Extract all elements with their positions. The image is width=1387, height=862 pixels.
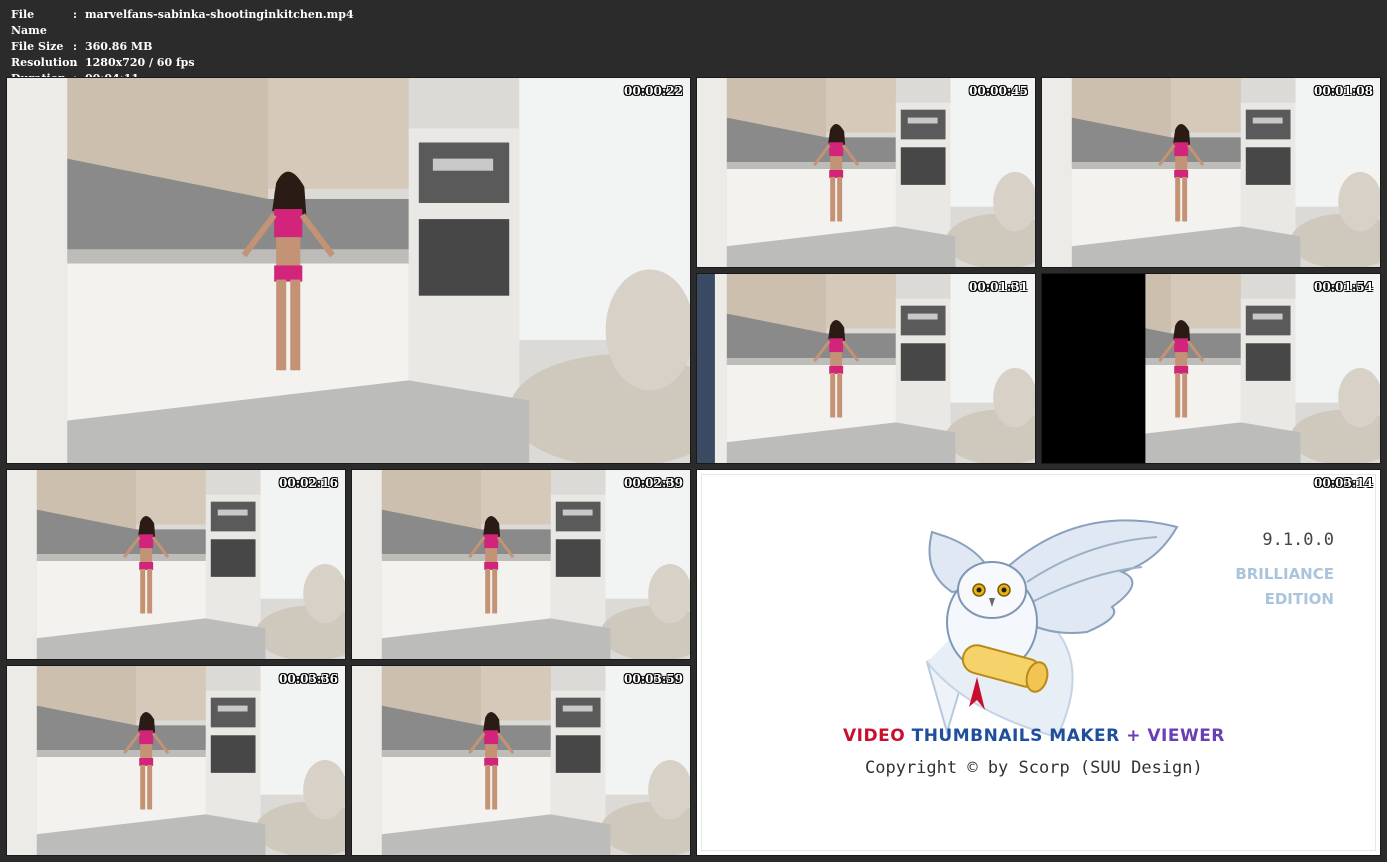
separator: : <box>73 56 78 69</box>
kitchen-scene-image <box>1042 274 1380 463</box>
resolution-row: Resolution : 1280x720 / 60 fps <box>11 55 354 71</box>
version-label: 9.1.0.0 <box>1262 530 1334 550</box>
thumbnail-frame[interactable]: 00:00:45 <box>696 77 1036 268</box>
thumbnail-frame[interactable]: 00:02:16 <box>6 469 346 660</box>
kitchen-scene-image <box>352 666 690 855</box>
timestamp: 00:02:39 <box>624 476 683 490</box>
copyright-text: Copyright © by Scorp (SUU Design) <box>865 758 1203 778</box>
thumbnail-frame[interactable]: 00:01:54 <box>1041 273 1381 464</box>
timestamp: 00:01:31 <box>969 280 1028 294</box>
file-name-value: marvelfans-sabinka-shootinginkitchen.mp4 <box>85 8 354 21</box>
thumbnail-frame[interactable]: 00:01:08 <box>1041 77 1381 268</box>
title-part-video: VIDEO <box>843 726 906 746</box>
edition-line-2: EDITION <box>1264 590 1334 608</box>
timestamp: 00:03:14 <box>1314 476 1373 490</box>
thumbnail-frame-logo[interactable]: 00:03:14 9.1.0.0 BRILLIANCE EDITION VIDE… <box>696 469 1381 856</box>
timestamp: 00:01:54 <box>1314 280 1373 294</box>
resolution-label: Resolution <box>11 56 78 69</box>
owl-with-scroll-icon <box>925 519 1179 739</box>
thumbnail-frame[interactable]: 00:01:31 <box>696 273 1036 464</box>
timestamp: 00:03:36 <box>279 672 338 686</box>
file-size-value: 360.86 MB <box>85 40 153 53</box>
kitchen-scene-image <box>7 470 345 659</box>
file-size-row: File Size : 360.86 MB <box>11 39 354 55</box>
product-title: VIDEO THUMBNAILS MAKER + VIEWER <box>843 726 1225 746</box>
edition-line-1: BRILLIANCE <box>1235 565 1334 583</box>
thumbnail-frame[interactable]: 00:00:22 <box>6 77 691 464</box>
kitchen-scene-image <box>697 274 1035 463</box>
file-name-row: File Name : marvelfans-sabinka-shootingi… <box>11 7 354 39</box>
title-part-thumbnails-maker: THUMBNAILS MAKER <box>911 726 1120 746</box>
timestamp: 00:01:08 <box>1314 84 1373 98</box>
title-part-viewer: + VIEWER <box>1126 726 1225 746</box>
kitchen-scene-image <box>697 78 1035 267</box>
resolution-value: 1280x720 / 60 fps <box>85 56 195 69</box>
file-info: File Name : marvelfans-sabinka-shootingi… <box>11 7 354 87</box>
file-size-label: File Size <box>11 40 64 53</box>
separator: : <box>73 8 78 21</box>
thumbnail-frame[interactable]: 00:03:36 <box>6 665 346 856</box>
timestamp: 00:02:16 <box>279 476 338 490</box>
thumbnail-frame[interactable]: 00:03:59 <box>351 665 691 856</box>
file-name-label: File Name <box>11 8 47 37</box>
kitchen-scene-image <box>7 78 690 463</box>
timestamp: 00:00:22 <box>624 84 683 98</box>
kitchen-scene-image <box>1042 78 1380 267</box>
thumbnail-frame[interactable]: 00:02:39 <box>351 469 691 660</box>
kitchen-scene-image <box>7 666 345 855</box>
separator: : <box>73 40 78 53</box>
timestamp: 00:00:45 <box>969 84 1028 98</box>
edition-label: BRILLIANCE EDITION <box>1235 562 1334 612</box>
timestamp: 00:03:59 <box>624 672 683 686</box>
kitchen-scene-image <box>352 470 690 659</box>
